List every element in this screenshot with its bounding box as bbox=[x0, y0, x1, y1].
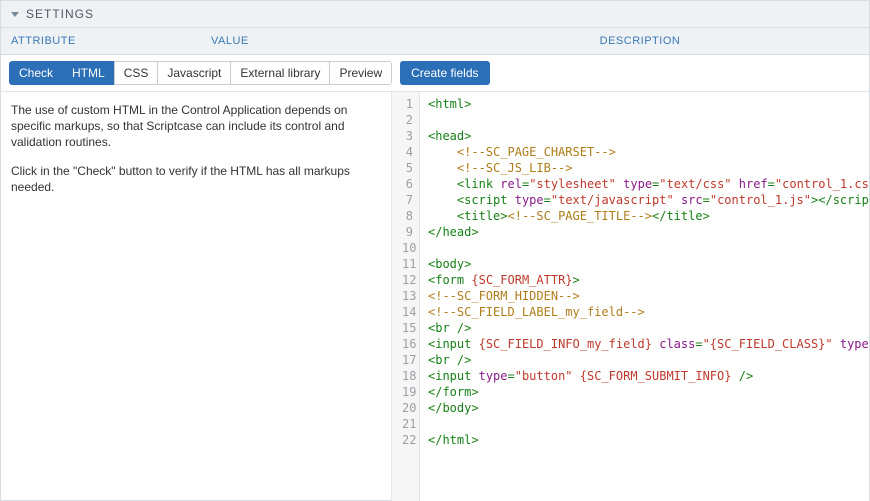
code-line[interactable] bbox=[428, 240, 869, 256]
create-fields-button[interactable]: Create fields bbox=[400, 61, 489, 85]
code-line[interactable]: <br /> bbox=[428, 320, 869, 336]
code-line[interactable]: </body> bbox=[428, 400, 869, 416]
gutter-line: 11 bbox=[402, 256, 413, 272]
code-line[interactable]: </head> bbox=[428, 224, 869, 240]
help-paragraph-1: The use of custom HTML in the Control Ap… bbox=[11, 102, 381, 151]
gutter-line: 9 bbox=[402, 224, 413, 240]
collapse-caret-icon[interactable] bbox=[11, 12, 19, 17]
gutter-line: 8 bbox=[402, 208, 413, 224]
gutter-line: 15 bbox=[402, 320, 413, 336]
code-editor[interactable]: 12345678910111213141516171819202122 <htm… bbox=[391, 92, 869, 501]
col-description: DESCRIPTION bbox=[421, 35, 859, 47]
gutter-line: 4 bbox=[402, 144, 413, 160]
code-line[interactable] bbox=[428, 416, 869, 432]
help-pane: The use of custom HTML in the Control Ap… bbox=[1, 92, 391, 501]
gutter-line: 16 bbox=[402, 336, 413, 352]
code-line[interactable]: <body> bbox=[428, 256, 869, 272]
col-attribute: ATTRIBUTE bbox=[11, 35, 211, 47]
gutter-line: 21 bbox=[402, 416, 413, 432]
code-line[interactable]: <!--SC_JS_LIB--> bbox=[428, 160, 869, 176]
gutter-line: 3 bbox=[402, 128, 413, 144]
tab-css[interactable]: CSS bbox=[114, 61, 159, 85]
tab-group: Check HTML CSS Javascript External libra… bbox=[9, 61, 392, 85]
tab-html[interactable]: HTML bbox=[62, 61, 115, 85]
code-line[interactable]: <form {SC_FORM_ATTR}> bbox=[428, 272, 869, 288]
code-line[interactable]: <!--SC_FIELD_LABEL_my_field--> bbox=[428, 304, 869, 320]
column-headers: ATTRIBUTE VALUE DESCRIPTION bbox=[1, 28, 869, 55]
code-line[interactable]: <html> bbox=[428, 96, 869, 112]
help-paragraph-2: Click in the "Check" button to verify if… bbox=[11, 163, 381, 195]
editor-code[interactable]: <html> <head> <!--SC_PAGE_CHARSET--> <!--… bbox=[420, 92, 869, 501]
code-line[interactable]: <title><!--SC_PAGE_TITLE--></title> bbox=[428, 208, 869, 224]
code-line[interactable] bbox=[428, 112, 869, 128]
col-value: VALUE bbox=[211, 35, 421, 47]
gutter-line: 1 bbox=[402, 96, 413, 112]
tab-check[interactable]: Check bbox=[9, 61, 63, 85]
gutter-line: 14 bbox=[402, 304, 413, 320]
gutter-line: 17 bbox=[402, 352, 413, 368]
gutter-line: 10 bbox=[402, 240, 413, 256]
tabs-row: Check HTML CSS Javascript External libra… bbox=[1, 55, 869, 92]
gutter-line: 12 bbox=[402, 272, 413, 288]
gutter-line: 2 bbox=[402, 112, 413, 128]
gutter-line: 19 bbox=[402, 384, 413, 400]
tab-preview[interactable]: Preview bbox=[329, 61, 392, 85]
code-line[interactable]: <input {SC_FIELD_INFO_my_field} class="{… bbox=[428, 336, 869, 352]
code-line[interactable]: <input type="button" {SC_FORM_SUBMIT_INF… bbox=[428, 368, 869, 384]
editor-gutter: 12345678910111213141516171819202122 bbox=[392, 92, 420, 501]
settings-title: SETTINGS bbox=[26, 7, 94, 21]
code-line[interactable]: <link rel="stylesheet" type="text/css" h… bbox=[428, 176, 869, 192]
gutter-line: 5 bbox=[402, 160, 413, 176]
code-line[interactable]: <head> bbox=[428, 128, 869, 144]
gutter-line: 6 bbox=[402, 176, 413, 192]
tab-js[interactable]: Javascript bbox=[157, 61, 231, 85]
code-line[interactable]: </form> bbox=[428, 384, 869, 400]
tab-extlib[interactable]: External library bbox=[230, 61, 330, 85]
code-line[interactable]: </html> bbox=[428, 432, 869, 448]
gutter-line: 13 bbox=[402, 288, 413, 304]
settings-header[interactable]: SETTINGS bbox=[1, 1, 869, 28]
code-line[interactable]: <br /> bbox=[428, 352, 869, 368]
code-line[interactable]: <!--SC_PAGE_CHARSET--> bbox=[428, 144, 869, 160]
code-line[interactable]: <script type="text/javascript" src="cont… bbox=[428, 192, 869, 208]
gutter-line: 22 bbox=[402, 432, 413, 448]
code-line[interactable]: <!--SC_FORM_HIDDEN--> bbox=[428, 288, 869, 304]
gutter-line: 7 bbox=[402, 192, 413, 208]
content-row: The use of custom HTML in the Control Ap… bbox=[1, 92, 869, 501]
gutter-line: 20 bbox=[402, 400, 413, 416]
gutter-line: 18 bbox=[402, 368, 413, 384]
